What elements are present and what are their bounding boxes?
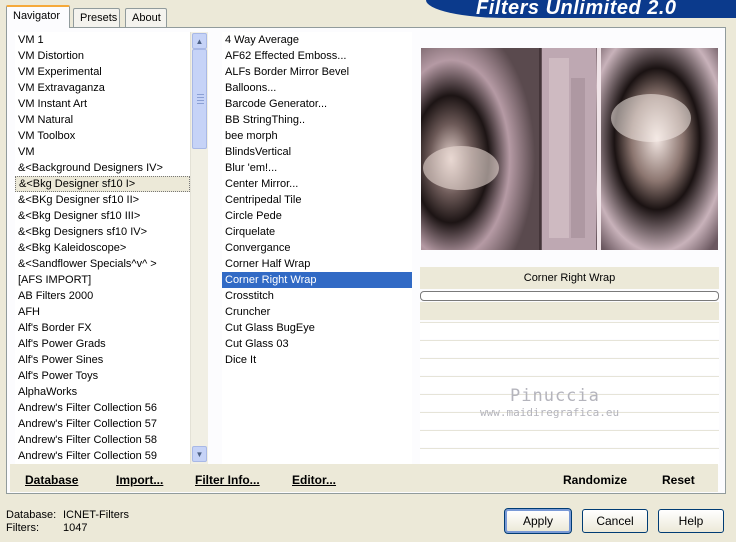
filters-label: Filters: <box>6 522 39 534</box>
category-item[interactable]: VM 1 <box>15 32 190 48</box>
category-item[interactable]: Andrew's Filter Collection 57 <box>15 416 190 432</box>
category-item[interactable]: [AFS IMPORT] <box>15 272 190 288</box>
category-item[interactable]: VM Extravaganza <box>15 80 190 96</box>
parameter-slot[interactable] <box>420 340 719 357</box>
category-item[interactable]: &<Background Designers IV> <box>15 160 190 176</box>
category-item[interactable]: VM Distortion <box>15 48 190 64</box>
parameter-slot[interactable] <box>420 322 719 339</box>
import-link[interactable]: Import... <box>116 473 163 487</box>
category-item[interactable]: AFH <box>15 304 190 320</box>
progress-bar <box>420 291 719 301</box>
scroll-down-arrow-icon[interactable]: ▼ <box>192 446 207 462</box>
scroll-thumb[interactable] <box>192 49 207 149</box>
category-item[interactable]: Andrew's Filter Collection 59 <box>15 448 190 464</box>
filter-item[interactable]: Center Mirror... <box>222 176 412 192</box>
parameter-slot[interactable] <box>420 448 719 465</box>
watermark-url: www.maidiregrafica.eu <box>480 406 620 419</box>
filter-item[interactable]: Barcode Generator... <box>222 96 412 112</box>
app-title: Filters Unlimited 2.0 <box>476 0 677 19</box>
filter-item[interactable]: BlindsVertical <box>222 144 412 160</box>
filter-item[interactable]: Balloons... <box>222 80 412 96</box>
filter-item[interactable]: Crosstitch <box>222 288 412 304</box>
filter-item[interactable]: bee morph <box>222 128 412 144</box>
filter-item[interactable]: Cut Glass BugEye <box>222 320 412 336</box>
filter-item[interactable]: Corner Half Wrap <box>222 256 412 272</box>
category-item[interactable]: VM Instant Art <box>15 96 190 112</box>
category-item[interactable]: AlphaWorks <box>15 384 190 400</box>
help-button[interactable]: Help <box>658 509 724 533</box>
category-item[interactable]: Alf's Power Grads <box>15 336 190 352</box>
category-scrollbar[interactable]: ▲ ▼ <box>190 32 208 464</box>
reset-link[interactable]: Reset <box>662 473 695 487</box>
filter-item[interactable]: Convergance <box>222 240 412 256</box>
apply-button[interactable]: Apply <box>504 508 572 534</box>
category-list[interactable]: VM 1 VM Distortion VM Experimental VM Extra… <box>15 32 190 464</box>
filter-list[interactable]: 4 Way Average AF62 Effected Emboss... ALFs… <box>222 32 412 464</box>
category-item[interactable]: Alf's Power Toys <box>15 368 190 384</box>
scroll-up-arrow-icon[interactable]: ▲ <box>192 33 207 49</box>
filter-item[interactable]: Cruncher <box>222 304 412 320</box>
category-item[interactable]: Andrew's Filter Collection 58 <box>15 432 190 448</box>
category-item[interactable]: &<Bkg Designers sf10 IV> <box>15 224 190 240</box>
bottom-toolbar: Database Import... Filter Info... Editor… <box>10 464 718 492</box>
category-item[interactable]: VM Toolbox <box>15 128 190 144</box>
filter-item[interactable]: AF62 Effected Emboss... <box>222 48 412 64</box>
watermark-name: Pinuccia <box>510 386 600 406</box>
filter-item[interactable]: Cirquelate <box>222 224 412 240</box>
category-item[interactable]: &<Bkg Kaleidoscope> <box>15 240 190 256</box>
category-item[interactable]: VM Natural <box>15 112 190 128</box>
database-value: ICNET-Filters <box>63 509 129 521</box>
filters-count: 1047 <box>63 522 88 534</box>
randomize-link[interactable]: Randomize <box>563 473 627 487</box>
category-item[interactable]: Alf's Power Sines <box>15 352 190 368</box>
category-item[interactable]: &<Sandflower Specials^v^ > <box>15 256 190 272</box>
cancel-button[interactable]: Cancel <box>582 509 648 533</box>
database-label: Database: <box>6 509 57 521</box>
category-item[interactable]: Andrew's Filter Collection 56 <box>15 400 190 416</box>
parameter-slot[interactable] <box>420 358 719 375</box>
filter-item[interactable]: BB StringThing.. <box>222 112 412 128</box>
tab-presets[interactable]: Presets <box>73 8 120 27</box>
tab-navigator[interactable]: Navigator <box>6 5 70 28</box>
filter-item[interactable]: Dice It <box>222 352 412 368</box>
tab-about[interactable]: About <box>125 8 167 27</box>
category-item[interactable]: Alf's Border FX <box>15 320 190 336</box>
filter-item[interactable]: Circle Pede <box>222 208 412 224</box>
filter-item[interactable]: Corner Right Wrap <box>222 272 412 288</box>
category-item[interactable]: &<Bkg Designer sf10 I> <box>15 176 190 192</box>
filter-item[interactable]: ALFs Border Mirror Bevel <box>222 64 412 80</box>
filter-item[interactable]: Centripedal Tile <box>222 192 412 208</box>
filter-item[interactable]: Blur 'em!... <box>222 160 412 176</box>
selected-filter-name: Corner Right Wrap <box>420 267 719 289</box>
preview-image <box>421 48 718 250</box>
category-item[interactable]: VM Experimental <box>15 64 190 80</box>
editor-link[interactable]: Editor... <box>292 473 336 487</box>
category-item[interactable]: AB Filters 2000 <box>15 288 190 304</box>
param-header <box>420 302 719 320</box>
parameter-slot[interactable] <box>420 430 719 447</box>
category-item[interactable]: VM <box>15 144 190 160</box>
category-item[interactable]: &<Bkg Designer sf10 III> <box>15 208 190 224</box>
filter-info-link[interactable]: Filter Info... <box>195 473 260 487</box>
filter-item[interactable]: Cut Glass 03 <box>222 336 412 352</box>
category-item[interactable]: &<BKg Designer sf10 II> <box>15 192 190 208</box>
database-link[interactable]: Database <box>25 473 78 487</box>
filter-item[interactable]: 4 Way Average <box>222 32 412 48</box>
